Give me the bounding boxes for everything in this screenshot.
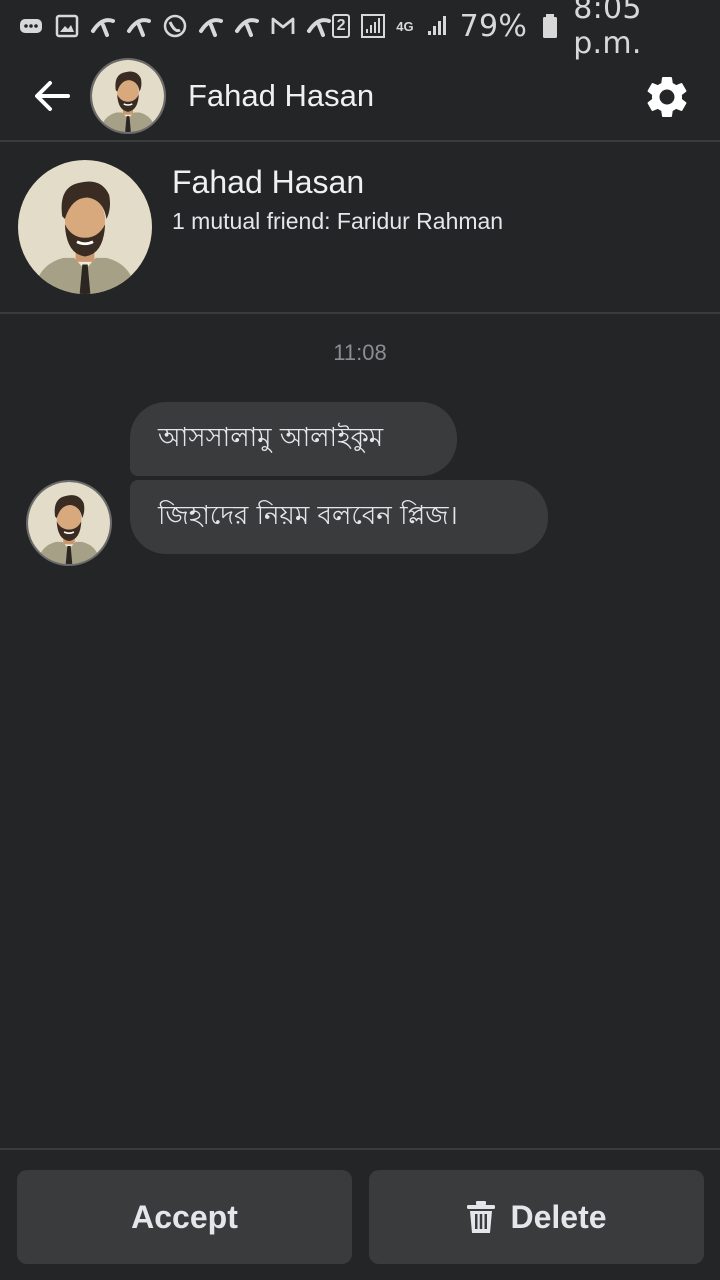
- notification-icons: [18, 13, 332, 39]
- profile-avatar[interactable]: [18, 160, 152, 294]
- telco-icon: [198, 13, 224, 39]
- profile-name: Fahad Hasan: [172, 164, 365, 200]
- delete-label: Delete: [510, 1198, 607, 1235]
- request-actions: Accept Delete: [0, 1148, 720, 1280]
- gear-icon: [647, 76, 687, 117]
- header-name: Fahad Hasan: [188, 78, 375, 113]
- gallery-icon: [54, 13, 80, 39]
- avatar-illustration: [28, 482, 110, 564]
- messages-icon: [18, 13, 44, 39]
- trash-icon: [467, 1201, 496, 1233]
- profile-card: Fahad Hasan 1 mutual friend: Faridur Rah…: [0, 142, 720, 314]
- avatar[interactable]: [90, 58, 166, 134]
- signal-icon: [360, 13, 386, 39]
- telco-icon: [234, 13, 260, 39]
- message-bubble[interactable]: জিহাদের নিয়ম বলবেন প্লিজ।: [130, 480, 548, 554]
- battery-icon: [537, 13, 563, 39]
- phone-circle-icon: [162, 13, 188, 39]
- signal-icon: [424, 13, 450, 39]
- back-button[interactable]: [22, 66, 82, 126]
- avatar-illustration: [18, 160, 152, 294]
- telco-icon: [306, 13, 332, 39]
- avatar-illustration: [92, 60, 164, 132]
- mutual-friends-text: 1 mutual friend: Faridur Rahman: [172, 208, 504, 234]
- delete-button[interactable]: Delete: [369, 1170, 704, 1264]
- back-arrow-icon: [35, 81, 70, 111]
- sender-avatar[interactable]: [26, 480, 112, 566]
- gmail-icon: [270, 13, 296, 39]
- telco-icon: [126, 13, 152, 39]
- conversation-header: Fahad Hasan: [0, 52, 720, 142]
- settings-button[interactable]: [640, 70, 694, 124]
- sim2-icon: 2: [332, 14, 351, 38]
- telco-icon: [90, 13, 116, 39]
- accept-label: Accept: [131, 1198, 238, 1235]
- status-bar: 2 4G 79% 8:05 p.m.: [0, 0, 720, 61]
- message-timestamp: 11:08: [333, 340, 387, 365]
- 4g-icon: 4G: [396, 18, 414, 34]
- battery-percent: 79%: [459, 8, 528, 44]
- accept-button[interactable]: Accept: [17, 1170, 352, 1264]
- message-bubble[interactable]: আসসালামু আলাইকুম: [130, 402, 457, 476]
